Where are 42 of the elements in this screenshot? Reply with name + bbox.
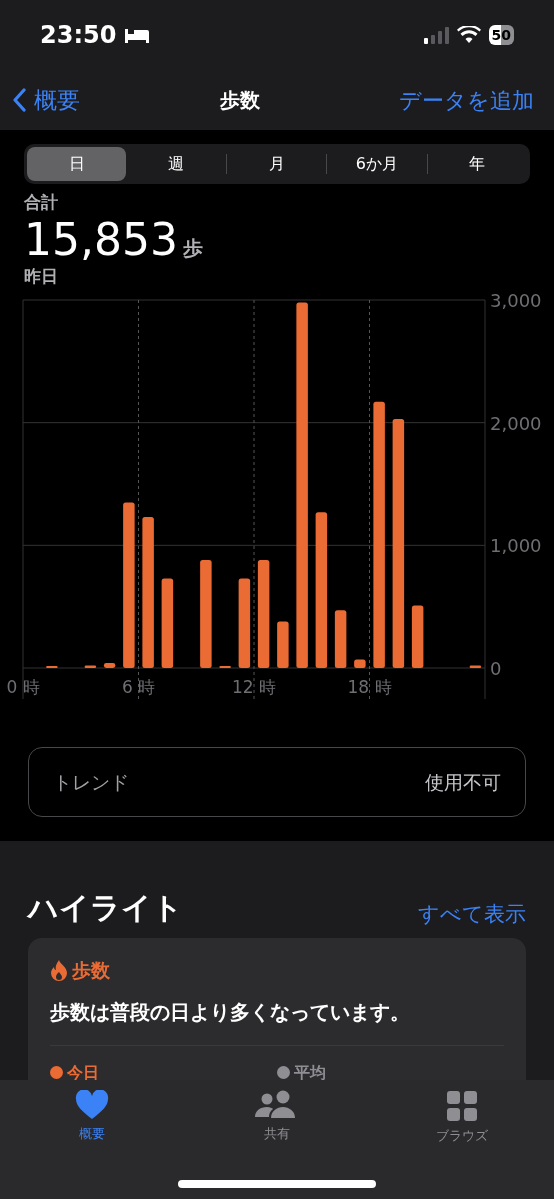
segment-tab[interactable]: 日 [27, 147, 127, 181]
segment-tab[interactable]: 年 [427, 147, 528, 181]
grid-icon [445, 1090, 478, 1122]
category-label: 歩数 [72, 958, 110, 983]
segment-tab[interactable]: 週 [126, 147, 226, 181]
y-axis-label: 1,000 [490, 535, 542, 557]
trend-row[interactable]: トレンド 使用不可 [28, 747, 526, 817]
segment-tab[interactable]: 6か月 [327, 147, 427, 181]
y-axis-label: 3,000 [490, 290, 542, 311]
total-value: 15,853 [24, 213, 178, 265]
bar [277, 621, 289, 668]
legend-label: 今日 [67, 1063, 99, 1082]
wifi-icon [456, 26, 481, 44]
bar [354, 659, 366, 668]
unit-label: 歩 [183, 235, 204, 260]
y-axis-label: 2,000 [490, 412, 542, 434]
add-data-link[interactable]: データを追加 [399, 87, 534, 113]
clock-time: 23:50 [40, 20, 117, 51]
bar [103, 663, 116, 668]
heart-icon [75, 1090, 110, 1120]
bar [469, 665, 482, 668]
x-axis-label: 6 時 [121, 677, 156, 697]
flame-icon [50, 959, 68, 982]
x-axis-label: 0 時 [6, 677, 40, 697]
section-title: ハイライト [28, 889, 183, 927]
legend-label: 平均 [294, 1063, 326, 1082]
date-label: 昨日 [24, 264, 59, 288]
x-axis-label: 18 時 [347, 677, 392, 697]
bed-icon [124, 26, 151, 44]
y-axis-label: 0 [490, 658, 502, 679]
back-chevron-icon [12, 88, 26, 112]
highlight-message: 歩数は普段の日より多くなっています。 [50, 998, 411, 1026]
segment-tab[interactable]: 月 [226, 147, 327, 181]
bar [411, 605, 424, 668]
back-button[interactable]: 概要 [12, 82, 220, 118]
page-title: 歩数 [219, 87, 260, 114]
x-axis-label: 12 時 [232, 677, 276, 697]
bar [334, 610, 347, 668]
show-all-link[interactable]: すべて表示 [418, 898, 526, 930]
total-label: 合計 [24, 191, 59, 214]
signal-icon [422, 26, 449, 44]
bar [84, 665, 97, 668]
